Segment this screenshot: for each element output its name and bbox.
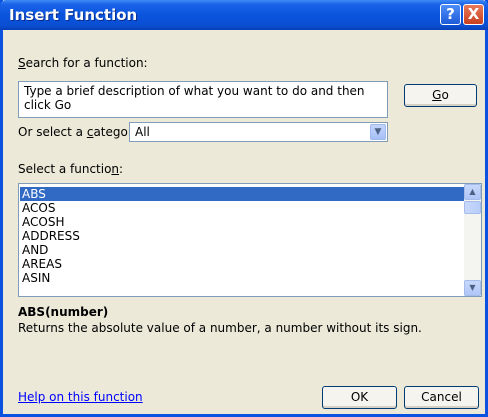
go-button[interactable]: Go (404, 84, 477, 107)
ok-button[interactable]: OK (322, 386, 397, 409)
list-item[interactable]: ACOS (20, 201, 464, 215)
category-label: Or select a category: (18, 125, 144, 139)
list-item[interactable]: AND (20, 243, 464, 257)
scroll-down-icon[interactable]: ▼ (464, 280, 481, 296)
functions-label: Select a function: (18, 162, 124, 176)
scrollbar[interactable]: ▲ ▼ (464, 184, 481, 296)
list-item[interactable]: AREAS (20, 257, 464, 271)
title-bar[interactable]: Insert Function ? X (0, 0, 488, 30)
chevron-down-icon[interactable]: ▼ (370, 124, 386, 140)
insert-function-dialog: Insert Function ? X Search for a functio… (0, 0, 488, 417)
category-select[interactable]: All ▼ (129, 122, 388, 142)
list-item[interactable]: ASIN (20, 271, 464, 285)
function-signature: ABS(number) (18, 305, 109, 319)
function-list[interactable]: ABS ACOS ACOSH ADDRESS AND AREAS ASIN ▲ … (18, 183, 482, 297)
search-input[interactable]: Type a brief description of what you wan… (18, 81, 388, 118)
close-icon[interactable]: X (463, 4, 484, 25)
list-item[interactable]: ACOSH (20, 215, 464, 229)
search-label: Search for a function: (18, 56, 148, 70)
help-icon[interactable]: ? (440, 4, 461, 25)
dialog-title: Insert Function (9, 6, 138, 24)
cancel-button[interactable]: Cancel (404, 386, 479, 409)
scroll-up-icon[interactable]: ▲ (464, 184, 481, 200)
function-description: Returns the absolute value of a number, … (18, 321, 422, 335)
help-on-function-link[interactable]: Help on this function (18, 390, 143, 404)
list-item[interactable]: ADDRESS (20, 229, 464, 243)
category-value: All (135, 125, 150, 139)
scroll-thumb[interactable] (464, 201, 481, 214)
list-item[interactable]: ABS (20, 187, 464, 201)
